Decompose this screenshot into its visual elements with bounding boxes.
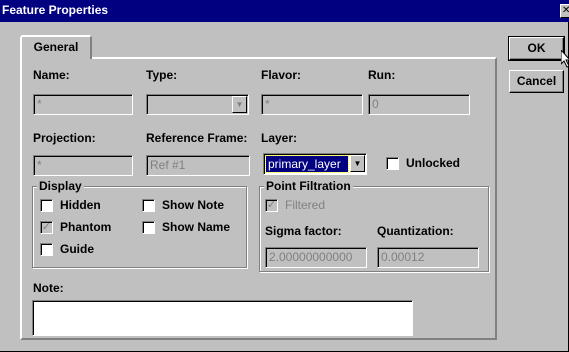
reference-frame-field[interactable]: Ref #1 [146,155,250,176]
flavor-field[interactable]: * [261,94,363,115]
checkbox-box[interactable] [142,221,155,234]
mouse-cursor-icon [561,50,569,68]
phantom-label: Phantom [60,220,112,234]
guide-label: Guide [60,242,95,256]
hidden-label: Hidden [60,198,101,212]
show-note-label: Show Note [162,198,224,212]
name-field[interactable]: * [33,94,133,115]
checkbox-box[interactable] [40,243,53,256]
layer-value: primary_layer [265,155,349,173]
ok-button-label: OK [527,41,546,55]
chevron-down-icon[interactable]: ▼ [350,155,365,172]
unlocked-label: Unlocked [406,156,461,170]
checkbox-box[interactable] [142,199,155,212]
checkbox-box[interactable] [386,157,399,170]
check-icon[interactable]: ✓ [265,199,278,212]
chevron-down-icon[interactable]: ▼ [232,96,247,113]
note-label: Note: [33,281,64,295]
feature-properties-dialog: Feature Properties ✕ General Name: * Typ… [0,0,569,352]
run-field[interactable]: 0 [368,94,470,115]
projection-label: Projection: [33,131,96,145]
cancel-button-label: Cancel [516,74,557,88]
quantization-field[interactable]: 0.00012 [377,247,479,268]
sigma-factor-label: Sigma factor: [265,224,342,238]
check-icon[interactable]: ✓ [40,221,53,234]
projection-field[interactable]: * [33,155,133,176]
title-bar[interactable]: Feature Properties ✕ [0,0,569,22]
cancel-button[interactable]: Cancel [509,70,564,93]
tab-general[interactable]: General [20,35,92,59]
note-textarea[interactable] [32,300,413,336]
name-label: Name: [33,68,70,82]
ok-button[interactable]: OK [508,36,565,61]
tab-general-label: General [33,40,79,54]
window-title: Feature Properties [2,3,109,17]
display-group-title: Display [37,179,84,193]
point-filtration-title: Point Filtration [264,179,353,193]
checkbox-box[interactable] [40,199,53,212]
layer-dropdown[interactable]: primary_layer ▼ [263,153,367,175]
reference-frame-label: Reference Frame: [146,131,248,145]
type-dropdown[interactable]: ▼ [146,94,249,115]
layer-label: Layer: [261,131,298,145]
run-label: Run: [368,68,396,82]
show-name-label: Show Name [162,220,231,234]
sigma-factor-field[interactable]: 2.00000000000 [265,247,367,268]
type-label: Type: [146,68,178,82]
close-button[interactable]: ✕ [560,4,569,18]
flavor-label: Flavor: [261,68,302,82]
close-icon: ✕ [562,5,569,16]
quantization-label: Quantization: [377,224,454,238]
filtered-label: Filtered [285,198,326,212]
